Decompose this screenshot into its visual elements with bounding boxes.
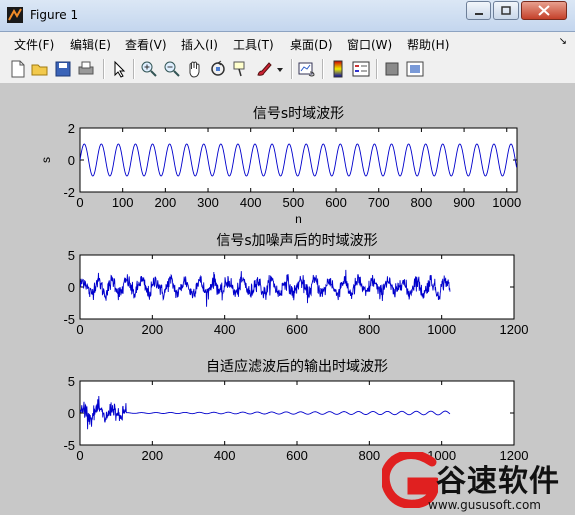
minimize-icon: [475, 13, 483, 15]
save-figure-icon[interactable]: [54, 60, 72, 78]
y-tick-label: 0: [68, 153, 75, 168]
hide-plot-tools-icon[interactable]: [383, 60, 401, 78]
x-tick-label: 300: [197, 195, 219, 210]
show-plot-tools-icon[interactable]: [406, 60, 424, 78]
x-tick-label: 600: [286, 448, 308, 463]
x-tick-label: 1000: [427, 322, 456, 337]
x-tick-label: 600: [286, 322, 308, 337]
new-figure-icon[interactable]: [9, 60, 27, 78]
y-tick-label: -5: [63, 312, 75, 327]
subplot-2[interactable]: 信号s加噪声后的时域波形0 200 400 600 800 1000 1200-505: [63, 233, 528, 337]
menu-edit[interactable]: 编辑(E): [70, 36, 111, 53]
zoom-in-icon[interactable]: [140, 60, 158, 78]
rotate-3d-icon[interactable]: [209, 60, 227, 78]
window-title: Figure 1: [30, 8, 79, 22]
restore-button[interactable]: [493, 1, 519, 20]
subplot-title: 信号s时域波形: [253, 106, 344, 122]
x-tick-label: 200: [141, 322, 163, 337]
menu-tools[interactable]: 工具(T): [233, 36, 274, 53]
x-tick-label: 800: [411, 195, 433, 210]
x-tick-label: 600: [325, 195, 347, 210]
x-tick-label: 0: [76, 322, 83, 337]
menu-window[interactable]: 窗口(W): [347, 36, 392, 53]
menu-file[interactable]: 文件(F): [14, 36, 54, 53]
y-axis-label: s: [39, 157, 53, 163]
insert-legend-icon[interactable]: [352, 60, 370, 78]
link-plot-icon[interactable]: [298, 60, 316, 78]
x-tick-label: 200: [141, 448, 163, 463]
watermark-url: www.gususoft.com: [428, 498, 541, 512]
x-tick-label: 400: [240, 195, 262, 210]
x-tick-label: 900: [453, 195, 475, 210]
x-tick-label: 800: [358, 322, 380, 337]
x-tick-label: 400: [214, 322, 236, 337]
menu-help[interactable]: 帮助(H): [407, 36, 449, 53]
pan-hand-icon[interactable]: [186, 60, 204, 78]
menu-bar: 文件(F) 编辑(E) 查看(V) 插入(I) 工具(T) 桌面(D) 窗口(W…: [0, 32, 575, 54]
x-tick-label: 1200: [500, 322, 529, 337]
x-tick-label: 400: [214, 448, 236, 463]
matlab-figure-icon: [7, 7, 23, 23]
x-tick-label: 200: [155, 195, 177, 210]
menubar-dock-arrow-icon[interactable]: ↘: [559, 36, 567, 47]
title-bar: Figure 1: [0, 0, 575, 32]
x-tick-label: 1000: [492, 195, 521, 210]
figure-toolbar: [0, 54, 575, 84]
y-tick-label: -2: [63, 185, 75, 200]
x-tick-label: 0: [76, 448, 83, 463]
axes-box: [79, 127, 518, 193]
zoom-out-icon[interactable]: [163, 60, 181, 78]
data-cursor-icon[interactable]: [232, 60, 250, 78]
x-tick-label: 100: [112, 195, 134, 210]
menu-desktop[interactable]: 桌面(D): [290, 36, 333, 53]
y-tick-label: -5: [63, 438, 75, 453]
figure-canvas: 信号s时域波形 0 100 200 300 400 500 600 700 800 900 1000-…: [6, 84, 569, 510]
insert-colorbar-icon[interactable]: [329, 60, 347, 78]
x-axis-label: n: [295, 212, 302, 226]
x-tick-label: 500: [283, 195, 305, 210]
y-tick-label: 5: [68, 248, 75, 263]
subplot-title: 信号s加噪声后的时域波形: [216, 233, 377, 249]
restore-icon: [501, 6, 511, 15]
menu-insert[interactable]: 插入(I): [181, 36, 218, 53]
subplot-title: 自适应滤波后的输出时域波形: [206, 358, 388, 375]
close-icon: [538, 5, 550, 16]
y-tick-label: 0: [68, 280, 75, 295]
y-tick-label: 5: [68, 374, 75, 389]
brush-dropdown-icon[interactable]: [275, 60, 285, 78]
print-figure-icon[interactable]: [77, 60, 95, 78]
brush-icon[interactable]: [255, 60, 273, 78]
x-tick-label: 0: [76, 195, 83, 210]
minimize-button[interactable]: [466, 1, 491, 20]
x-tick-label: 700: [368, 195, 390, 210]
watermark-brand: 谷速软件: [436, 464, 560, 499]
y-tick-label: 0: [68, 406, 75, 421]
menu-view[interactable]: 查看(V): [125, 36, 167, 53]
edit-plot-arrow-icon[interactable]: [110, 60, 128, 78]
close-button[interactable]: [521, 1, 567, 20]
subplot-3[interactable]: 自适应滤波后的输出时域波形0 200 400 600 800 1000 1200-505: [63, 358, 528, 463]
x-tick-label: 800: [358, 448, 380, 463]
y-tick-label: 2: [68, 121, 75, 136]
open-file-icon[interactable]: [31, 60, 49, 78]
subplot-1[interactable]: 信号s时域波形 0 100 200 300 400 500 600 700 800 900 1000 -…: [39, 106, 521, 226]
watermark: 谷速软件 www.gususoft.com: [380, 450, 575, 515]
plots-svg[interactable]: 信号s时域波形0 100 200 300 400 500 600 700 800 900 1000-…: [6, 84, 569, 510]
